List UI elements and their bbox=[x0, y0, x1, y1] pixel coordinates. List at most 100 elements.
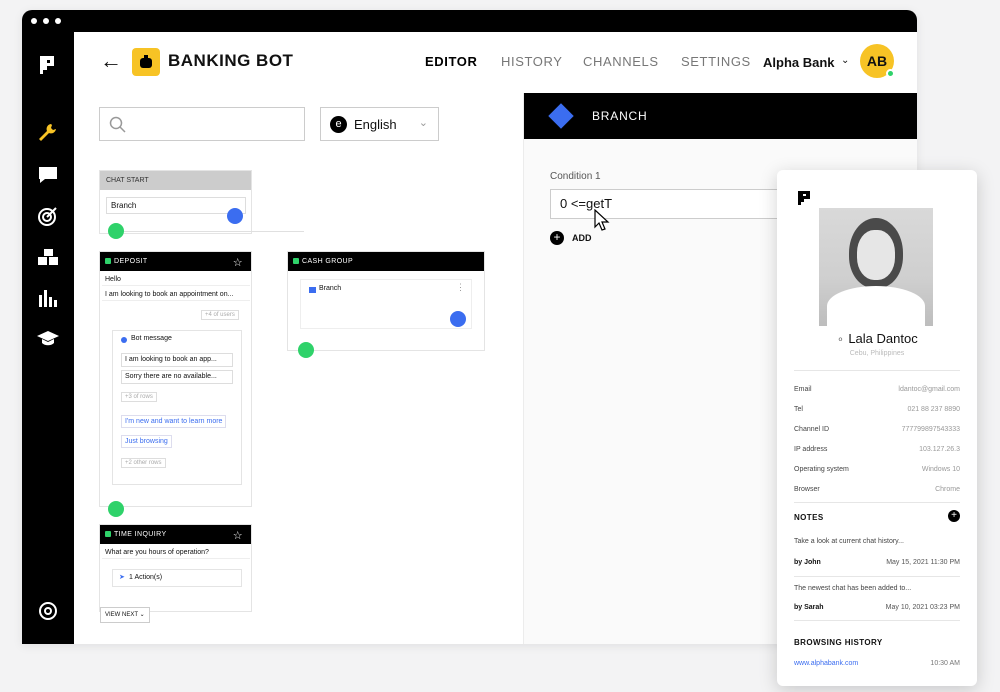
info-key: Channel ID bbox=[794, 426, 830, 433]
node-item[interactable]: Branch bbox=[106, 197, 246, 214]
divider bbox=[794, 370, 960, 371]
info-row: Tel 021 88 237 8890 bbox=[794, 406, 960, 418]
time-inquiry-node[interactable]: TIME INQUIRY ☆ What are you hours of oper… bbox=[99, 524, 252, 612]
analytics-icon[interactable] bbox=[36, 287, 60, 309]
chat-icon[interactable] bbox=[36, 164, 60, 186]
tab-channels[interactable]: CHANNELS bbox=[583, 54, 659, 69]
node-item: Branch bbox=[319, 285, 342, 292]
info-key: Tel bbox=[794, 406, 803, 413]
target-icon[interactable] bbox=[36, 205, 60, 227]
org-selector[interactable]: Alpha Bank bbox=[763, 55, 835, 70]
browsing-history-heading: BROWSING HISTORY bbox=[794, 638, 883, 647]
condition-input[interactable]: 0 <=getT bbox=[550, 189, 790, 219]
branch-diamond-icon bbox=[548, 103, 574, 129]
connector-handle[interactable] bbox=[108, 223, 124, 239]
window-dot bbox=[55, 18, 61, 24]
more-pill[interactable]: +2 other rows bbox=[121, 458, 166, 468]
app-logo-icon bbox=[798, 191, 810, 205]
info-row: IP address 103.127.26.3 bbox=[794, 446, 960, 458]
divider bbox=[794, 620, 960, 621]
info-value: 777799897543333 bbox=[901, 426, 960, 433]
app-logo-icon[interactable] bbox=[36, 54, 60, 76]
actions-label: 1 Action(s) bbox=[129, 574, 163, 581]
quick-reply[interactable]: Just browsing bbox=[121, 435, 172, 448]
send-icon: ➤ bbox=[119, 574, 125, 581]
panel-header: BRANCH bbox=[524, 93, 917, 139]
profile-name: ⚬ Lala Dantoc bbox=[777, 331, 977, 346]
chat-start-node[interactable]: CHAT START Branch bbox=[99, 170, 252, 234]
language-select[interactable]: e English ⌄ bbox=[320, 107, 439, 141]
node-row: What are you hours of operation? bbox=[102, 546, 250, 559]
note-author: by John bbox=[794, 559, 821, 566]
connector-handle[interactable] bbox=[298, 342, 314, 358]
info-key: IP address bbox=[794, 446, 828, 453]
chevron-down-icon: ⌄ bbox=[418, 117, 428, 129]
node-title: CHAT START bbox=[100, 171, 251, 190]
add-condition-button[interactable]: ADD bbox=[572, 233, 592, 243]
bot-avatar-icon bbox=[132, 48, 160, 76]
add-note-icon[interactable]: + bbox=[948, 510, 960, 522]
cash-group-node[interactable]: CASH GROUP Branch ⋮ bbox=[287, 251, 485, 351]
more-pill[interactable]: +3 of rows bbox=[121, 392, 157, 402]
add-icon[interactable]: + bbox=[550, 231, 564, 245]
panel-title: BRANCH bbox=[592, 109, 648, 123]
more-vertical-icon[interactable]: ⋮ bbox=[456, 282, 465, 293]
actions-block[interactable]: ➤ 1 Action(s) bbox=[112, 569, 242, 587]
condition-label: Condition 1 bbox=[550, 171, 601, 182]
view-next-label: VIEW NEXT bbox=[105, 612, 138, 618]
note-author: by Sarah bbox=[794, 604, 824, 611]
help-lifebuoy-icon[interactable] bbox=[36, 600, 60, 622]
branch-icon bbox=[309, 287, 316, 293]
tab-editor[interactable]: EDITOR bbox=[425, 54, 477, 69]
bot-message-block[interactable]: Bot message I am looking to book an app.… bbox=[112, 330, 242, 485]
team-icon[interactable] bbox=[36, 246, 60, 268]
deposit-node[interactable]: DEPOSIT ☆ Hello I am looking to book an a… bbox=[99, 251, 252, 507]
info-row: Email ldantoc@gmail.com bbox=[794, 386, 960, 398]
browsing-url-link[interactable]: www.alphabank.com bbox=[794, 660, 858, 667]
note-date: May 15, 2021 11:30 PM bbox=[886, 559, 960, 566]
node-title: CASH GROUP bbox=[302, 258, 354, 265]
connector-handle[interactable] bbox=[108, 501, 124, 517]
quick-reply[interactable]: I'm new and want to learn more bbox=[121, 415, 227, 428]
node-header: TIME INQUIRY ☆ bbox=[100, 525, 251, 544]
search-icon bbox=[109, 116, 126, 133]
back-arrow-icon[interactable]: ← bbox=[100, 50, 122, 72]
browsing-time: 10:30 AM bbox=[930, 660, 960, 667]
profile-shoulders bbox=[827, 286, 925, 326]
message-icon bbox=[121, 337, 127, 343]
bot-title: BANKING BOT bbox=[168, 51, 294, 70]
info-value: Windows 10 bbox=[921, 466, 960, 473]
tab-settings[interactable]: SETTINGS bbox=[681, 54, 751, 69]
cursor-icon bbox=[594, 209, 610, 231]
graduation-cap-icon[interactable] bbox=[36, 327, 60, 349]
online-status-dot bbox=[886, 69, 895, 78]
star-icon[interactable]: ☆ bbox=[233, 527, 243, 546]
message-item[interactable]: Sorry there are no available... bbox=[121, 370, 233, 384]
divider bbox=[794, 502, 960, 503]
more-pill[interactable]: +4 of users bbox=[201, 310, 239, 320]
info-key: Operating system bbox=[794, 466, 849, 473]
sidebar bbox=[22, 32, 74, 644]
node-action-button[interactable] bbox=[450, 311, 466, 327]
info-key: Email bbox=[794, 386, 812, 393]
node-action-button[interactable] bbox=[227, 208, 243, 224]
note-text[interactable]: Take a look at current chat history... bbox=[794, 538, 904, 545]
info-value: ldantoc@gmail.com bbox=[898, 386, 960, 393]
node-row: Hello bbox=[102, 273, 250, 286]
node-item-box[interactable]: Branch ⋮ bbox=[300, 279, 472, 329]
block-title: Bot message bbox=[131, 335, 172, 342]
profile-name-text: Lala Dantoc bbox=[848, 331, 918, 346]
connector-line bbox=[124, 231, 304, 232]
note-text[interactable]: The newest chat has been added to... bbox=[794, 585, 911, 592]
chevron-down-icon[interactable]: ⌄ bbox=[841, 55, 849, 66]
node-header: CASH GROUP bbox=[288, 252, 484, 271]
info-value: Chrome bbox=[935, 486, 960, 493]
message-item[interactable]: I am looking to book an app... bbox=[121, 353, 233, 367]
search-input[interactable] bbox=[99, 107, 305, 141]
star-icon[interactable]: ☆ bbox=[233, 254, 243, 273]
wrench-icon[interactable] bbox=[36, 122, 60, 144]
info-row: Browser Chrome bbox=[794, 486, 960, 498]
note-date: May 10, 2021 03:23 PM bbox=[885, 604, 960, 611]
view-next-button[interactable]: VIEW NEXT ⌄ bbox=[100, 607, 150, 623]
tab-history[interactable]: HISTORY bbox=[501, 54, 563, 69]
